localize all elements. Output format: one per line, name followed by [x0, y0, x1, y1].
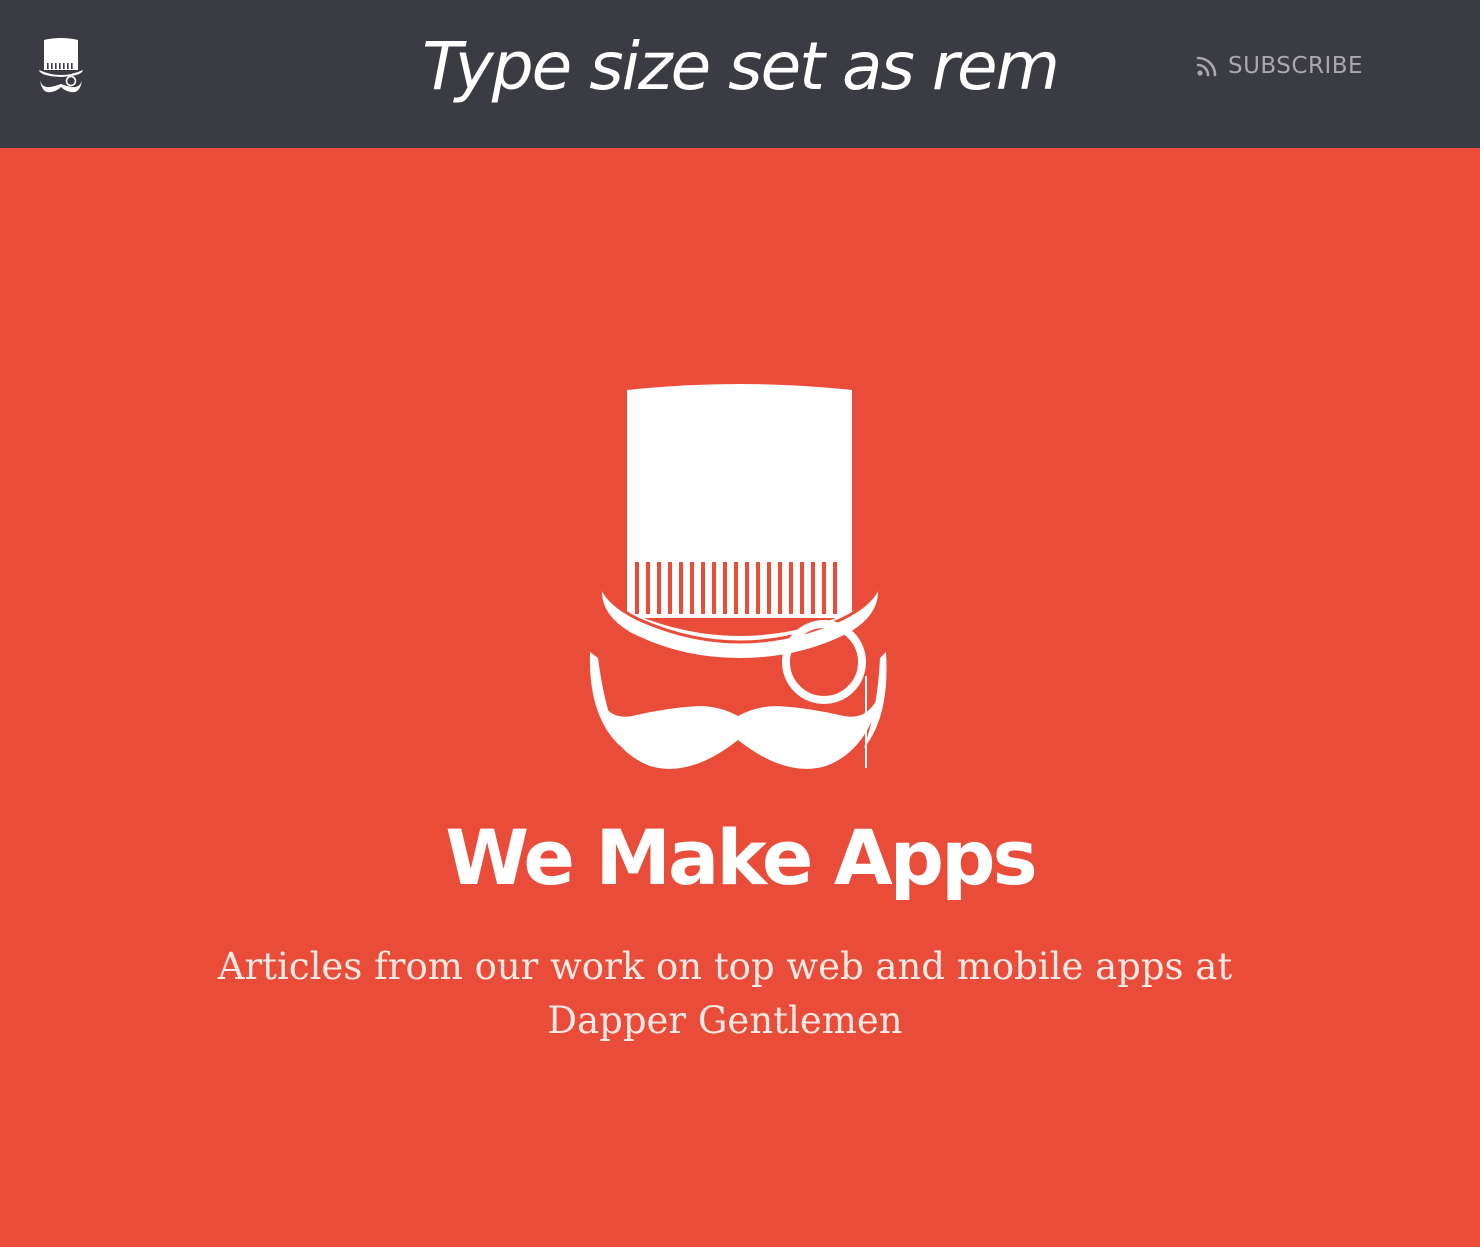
hero-heading: We Make Apps [445, 813, 1037, 902]
hero-description: Articles from our work on top web and mo… [217, 945, 1233, 1042]
hero-section: We Make Apps Articles from our work on t… [0, 148, 1480, 1247]
subscribe-link[interactable]: SUBSCRIBE [1196, 48, 1363, 84]
rss-icon [1196, 56, 1217, 77]
top-hat-monocle-mustache-logo [589, 384, 887, 769]
site-header: Type size set as rem SUBSCRIBE [0, 0, 1480, 148]
subscribe-label: SUBSCRIBE [1228, 53, 1364, 79]
